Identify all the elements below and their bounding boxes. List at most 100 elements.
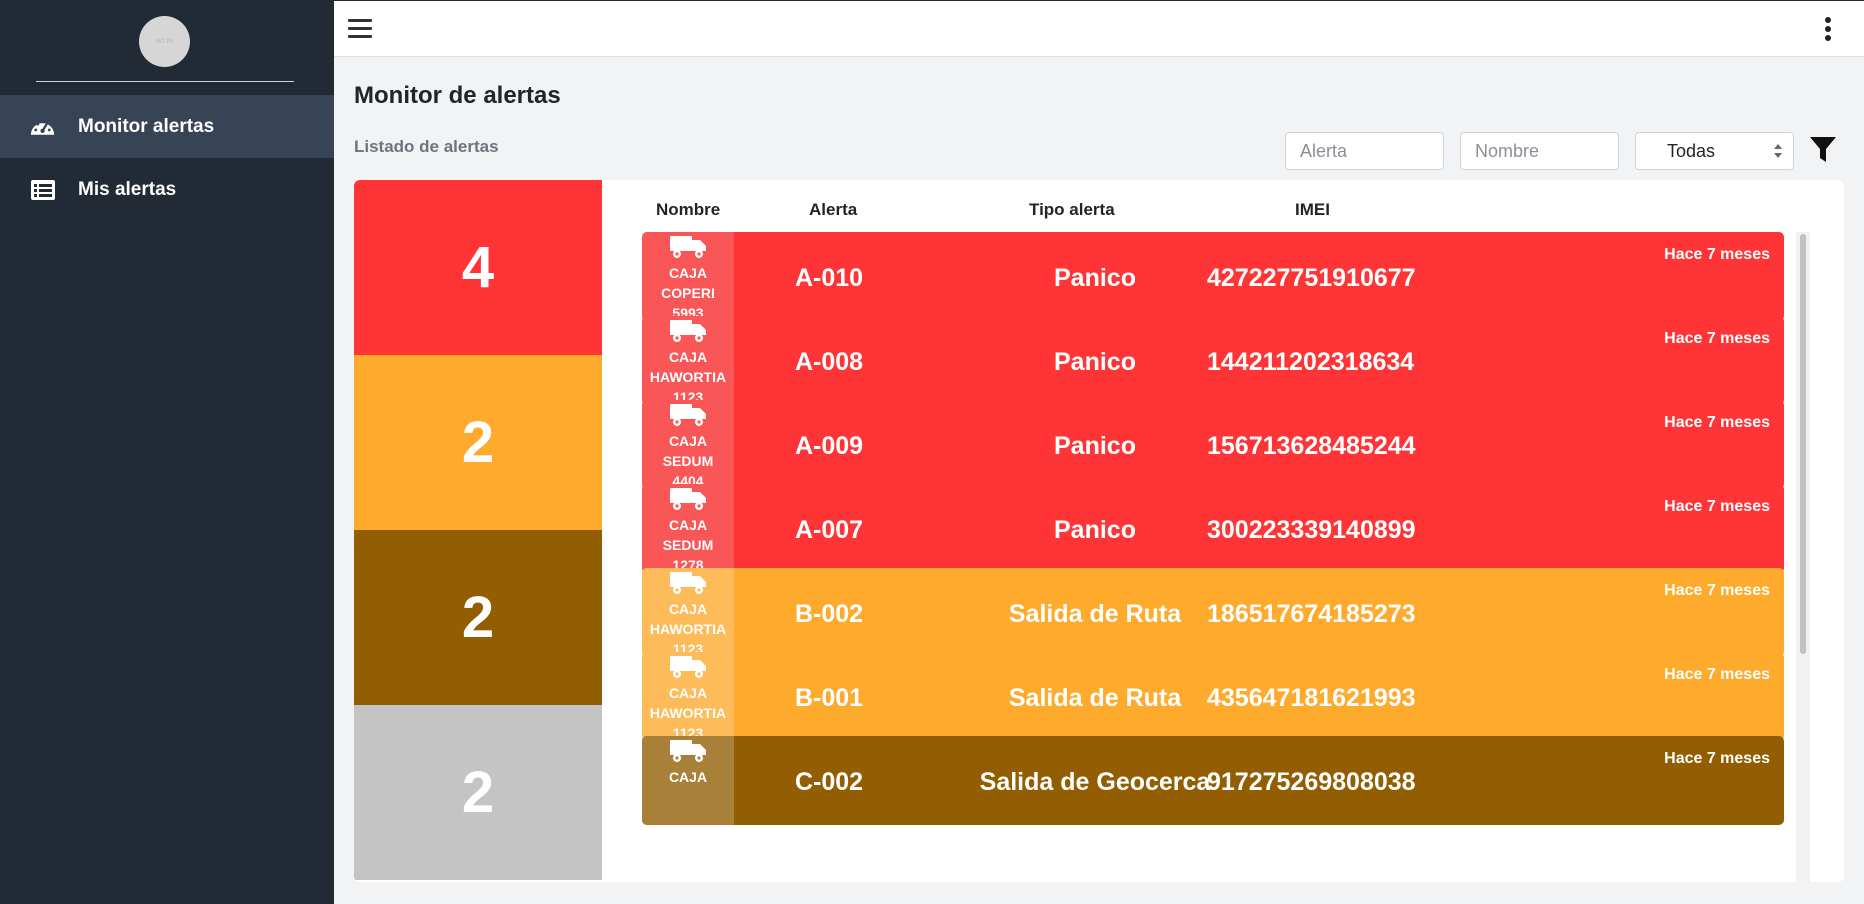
page-subtitle: Listado de alertas xyxy=(354,137,499,156)
alert-code: A-008 xyxy=(795,348,864,376)
count-value: 4 xyxy=(461,235,495,300)
sidebar-item-monitor-alertas[interactable]: Monitor alertas xyxy=(0,95,334,158)
unit-name-line: SEDUM xyxy=(662,537,714,553)
count-value: 2 xyxy=(461,585,495,650)
alert-time: Hace 7 meses xyxy=(1664,582,1770,599)
alert-type: Panico xyxy=(1054,264,1136,292)
count-block-red[interactable]: 4 xyxy=(354,180,602,355)
alert-time: Hace 7 meses xyxy=(1664,330,1770,347)
unit-name-line: CAJA xyxy=(668,601,708,617)
alert-imei: 156713628485244 xyxy=(1207,432,1416,460)
select-value: Todas xyxy=(1667,141,1716,161)
top-bar xyxy=(334,0,1864,57)
hamburger-icon[interactable] xyxy=(348,19,372,41)
truck-icon xyxy=(669,738,707,764)
alert-row[interactable]: CAJA COPERI 5993 A-010 Panico 427227751910677… xyxy=(642,232,1784,321)
count-block-brown[interactable]: 2 xyxy=(354,530,602,705)
unit-name-line: HAWORTIA xyxy=(649,705,727,721)
alert-type: Panico xyxy=(1054,432,1136,460)
alert-row[interactable]: CAJA SEDUM 1278 A-007 Panico 300223339140899 H… xyxy=(642,484,1784,573)
unit-name-line: CAJA xyxy=(668,517,708,533)
unit-name: CAJA SEDUM 4404 xyxy=(642,431,734,489)
alert-time: Hace 7 meses xyxy=(1664,666,1770,683)
list-icon xyxy=(29,178,56,202)
alert-type: Salida de Ruta xyxy=(1008,600,1182,628)
count-value: 2 xyxy=(461,760,495,825)
alert-imei: 435647181621993 xyxy=(1207,684,1416,712)
alert-row[interactable]: CAJA HAWORTIA 1123 B-001 Salida de Ruta 43564… xyxy=(642,652,1784,741)
unit-name: CAJA HAWORTIA 1123 xyxy=(642,599,734,657)
header-alerta: Alerta xyxy=(809,200,858,219)
row-details: C-002 Salida de Geocerca 917275269808038 Ha… xyxy=(737,736,1784,825)
unit-name-line: HAWORTIA xyxy=(649,621,727,637)
unit-name-line: COPERI xyxy=(661,285,715,301)
unit-name: CAJA SEDUM 1278 xyxy=(642,515,734,573)
unit-name: CAJA xyxy=(642,767,734,787)
row-name-cell: CAJA HAWORTIA 1123 xyxy=(642,316,734,405)
row-name-cell: CAJA SEDUM 4404 xyxy=(642,400,734,489)
avatar-placeholder-text: NO IM xyxy=(155,38,174,45)
avatar[interactable]: NO IM xyxy=(139,16,190,67)
alert-code: A-010 xyxy=(795,264,864,292)
scrollbar-thumb[interactable] xyxy=(1800,234,1806,654)
truck-icon xyxy=(669,234,707,260)
select-arrows-icon xyxy=(1774,144,1782,158)
header-tipo-alerta: Tipo alerta xyxy=(1029,200,1115,219)
alert-row[interactable]: CAJA C-002 Salida de Geocerca 9172752698080… xyxy=(642,736,1784,825)
alert-imei: 917275269808038 xyxy=(1207,768,1416,796)
alert-code: A-009 xyxy=(795,432,864,460)
count-value: 2 xyxy=(461,410,495,475)
unit-name-line: CAJA xyxy=(668,349,708,365)
unit-name-line: CAJA xyxy=(668,265,708,281)
header-nombre: Nombre xyxy=(656,200,721,219)
unit-name-line: SEDUM xyxy=(662,453,714,469)
row-details: B-001 Salida de Ruta 435647181621993 Hace 7… xyxy=(737,652,1784,741)
alert-row[interactable]: CAJA SEDUM 4404 A-009 Panico 156713628485244 H… xyxy=(642,400,1784,489)
row-details: A-008 Panico 144211202318634 Hace 7 meses xyxy=(737,316,1784,405)
alert-code: A-007 xyxy=(795,516,864,544)
alert-type-select[interactable]: Todas xyxy=(1635,132,1794,170)
alert-code: C-002 xyxy=(795,768,864,796)
alert-type: Salida de Ruta xyxy=(1008,684,1182,712)
alert-time: Hace 7 meses xyxy=(1664,498,1770,515)
sidebar-item-label: Mis alertas xyxy=(78,178,177,200)
header-imei: IMEI xyxy=(1295,200,1330,219)
count-block-gray[interactable]: 2 xyxy=(354,705,602,880)
alert-code: B-001 xyxy=(795,684,864,712)
alert-imei: 144211202318634 xyxy=(1207,348,1415,376)
alert-type: Panico xyxy=(1054,516,1136,544)
row-name-cell: CAJA HAWORTIA 1123 xyxy=(642,652,734,741)
speedometer-icon xyxy=(29,115,56,139)
unit-name: CAJA HAWORTIA 1123 xyxy=(642,347,734,405)
alert-row[interactable]: CAJA HAWORTIA 1123 B-002 Salida de Ruta 18651… xyxy=(642,568,1784,657)
alert-imei: 300223339140899 xyxy=(1207,516,1416,544)
unit-name: CAJA HAWORTIA 1123 xyxy=(642,683,734,741)
truck-icon xyxy=(669,318,707,344)
sidebar-item-label: Monitor alertas xyxy=(78,115,215,137)
alert-count-column: 4 2 2 2 xyxy=(354,180,602,882)
alert-type: Salida de Geocerca xyxy=(979,768,1211,796)
unit-name-line: CAJA xyxy=(668,433,708,449)
unit-name-line: CAJA xyxy=(668,769,708,785)
unit-name-line: CAJA xyxy=(668,685,708,701)
filter-icon[interactable] xyxy=(1810,136,1836,164)
sidebar: NO IM Monitor alertas Mis alertas xyxy=(0,0,334,904)
count-block-orange[interactable]: 2 xyxy=(354,355,602,530)
alert-time: Hace 7 meses xyxy=(1664,414,1770,431)
truck-icon xyxy=(669,654,707,680)
row-name-cell: CAJA xyxy=(642,736,734,825)
alert-type: Panico xyxy=(1054,348,1136,376)
row-name-cell: CAJA SEDUM 1278 xyxy=(642,484,734,573)
kebab-icon[interactable] xyxy=(1824,17,1832,43)
alert-imei: 427227751910677 xyxy=(1207,264,1416,292)
alert-row[interactable]: CAJA HAWORTIA 1123 A-008 Panico 1442112023186… xyxy=(642,316,1784,405)
sidebar-item-mis-alertas[interactable]: Mis alertas xyxy=(0,158,334,221)
alert-time: Hace 7 meses xyxy=(1664,750,1770,767)
sidebar-divider xyxy=(36,81,294,82)
alert-list: CAJA COPERI 5993 A-010 Panico 427227751910677… xyxy=(642,232,1796,882)
truck-icon xyxy=(669,486,707,512)
alerta-filter-input[interactable] xyxy=(1285,132,1444,170)
nombre-filter-input[interactable] xyxy=(1460,132,1619,170)
row-details: A-009 Panico 156713628485244 Hace 7 meses xyxy=(737,400,1784,489)
row-details: B-002 Salida de Ruta 186517674185273 Hace 7… xyxy=(737,568,1784,657)
